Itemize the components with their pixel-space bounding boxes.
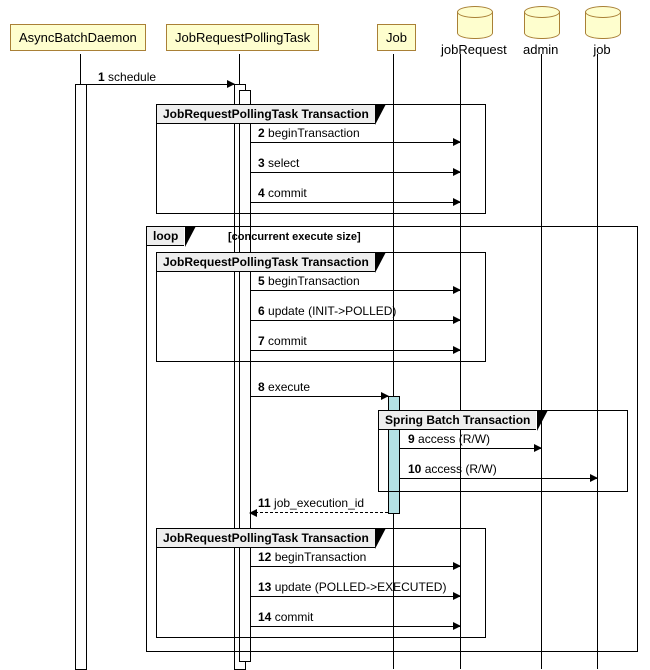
message-arrow [399, 448, 541, 449]
frame-label: JobRequestPollingTask Transaction [156, 252, 375, 272]
message-label: 12 beginTransaction [258, 550, 366, 564]
database-admin: admin [523, 6, 558, 57]
message-return-arrow [250, 512, 388, 514]
activation-bar [75, 84, 87, 670]
frame-label: JobRequestPollingTask Transaction [156, 528, 375, 548]
message-arrow [250, 350, 460, 351]
participant-job-request-polling-task: JobRequestPollingTask [166, 24, 319, 51]
message-label: 9 access (R/W) [408, 432, 490, 446]
message-label: 1 schedule [98, 70, 156, 84]
loop-condition: [concurrent execute size] [228, 231, 361, 243]
message-label: 14 commit [258, 610, 313, 624]
message-arrow [250, 566, 460, 567]
message-arrow [250, 172, 460, 173]
message-label: 11 job_execution_id [258, 496, 364, 510]
message-label: 4 commit [258, 186, 307, 200]
message-arrow [250, 320, 460, 321]
db-label: jobRequest [441, 42, 507, 57]
frame-label: Spring Batch Transaction [378, 410, 536, 430]
database-job: job [585, 6, 619, 57]
frame-transaction-1: JobRequestPollingTask Transaction [156, 104, 486, 214]
message-label: 7 commit [258, 334, 307, 348]
message-arrow [250, 202, 460, 203]
message-label: 10 access (R/W) [408, 462, 497, 476]
message-arrow [250, 596, 460, 597]
db-label: job [585, 42, 619, 57]
message-label: 8 execute [258, 380, 310, 394]
message-label: 5 beginTransaction [258, 274, 360, 288]
participant-job: Job [377, 24, 416, 51]
message-arrow [250, 142, 460, 143]
message-label: 3 select [258, 156, 299, 170]
message-label: 2 beginTransaction [258, 126, 360, 140]
message-arrow [399, 478, 597, 479]
participant-async-batch-daemon: AsyncBatchDaemon [10, 24, 146, 51]
frame-label: JobRequestPollingTask Transaction [156, 104, 375, 124]
message-arrow [250, 396, 388, 397]
database-job-request: jobRequest [441, 6, 507, 57]
message-label: 13 update (POLLED->EXECUTED) [258, 580, 446, 594]
message-arrow [250, 626, 460, 627]
message-label: 6 update (INIT->POLLED) [258, 304, 396, 318]
message-arrow [86, 84, 234, 85]
message-arrow [250, 290, 460, 291]
frame-label: loop [146, 226, 184, 246]
